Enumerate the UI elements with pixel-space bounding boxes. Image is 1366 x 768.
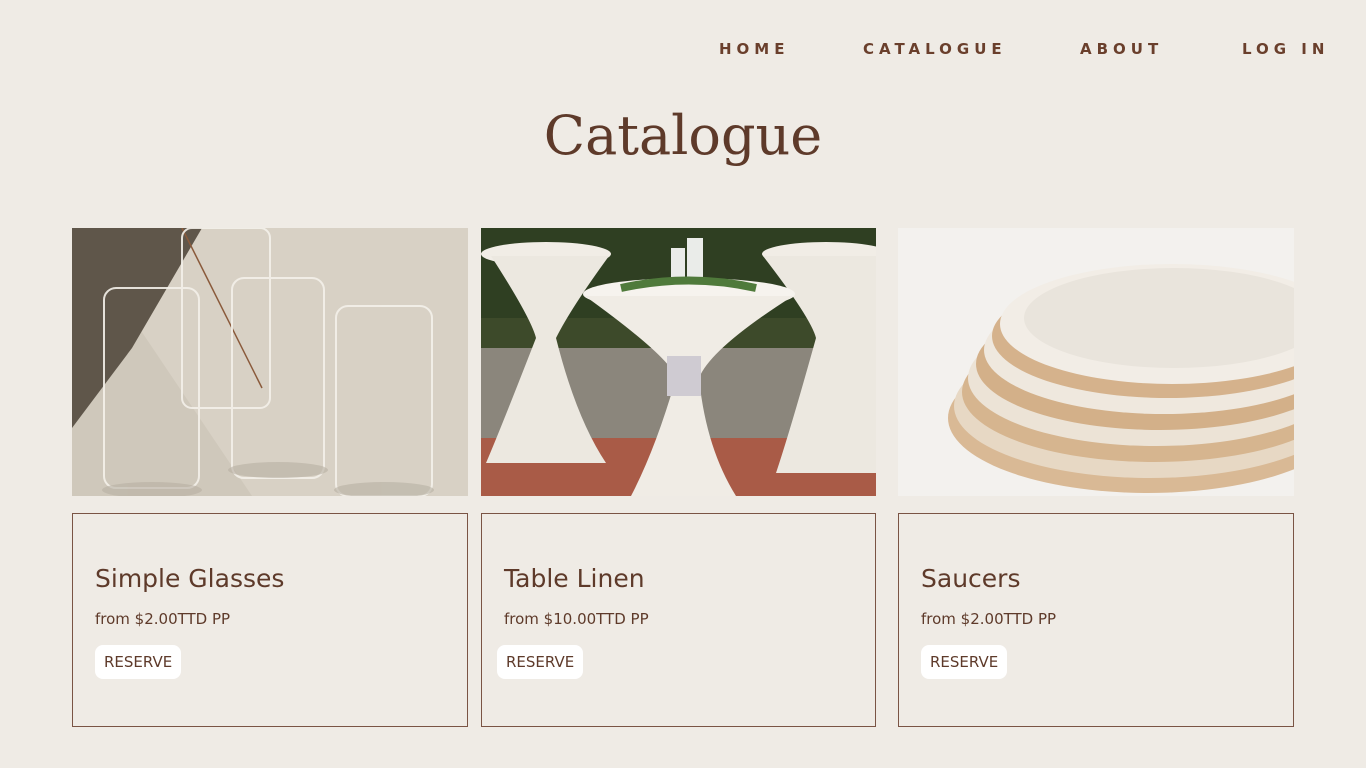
nav-home-link[interactable]: HOME: [719, 40, 789, 58]
top-navigation: HOME CATALOGUE ABOUT LOG IN: [0, 40, 1366, 62]
product-price: from $2.00TTD PP: [95, 610, 231, 628]
nav-catalogue-link[interactable]: CATALOGUE: [863, 40, 1007, 58]
reserve-button[interactable]: RESERVE: [921, 645, 1008, 679]
nav-login-link[interactable]: LOG IN: [1242, 40, 1329, 58]
product-price: from $10.00TTD PP: [504, 610, 649, 628]
product-card-saucers: Saucers from $2.00TTD PP RESERVE: [898, 513, 1294, 727]
page-title: Catalogue: [543, 104, 823, 167]
table-linen-image: [481, 228, 876, 496]
product-name: Saucers: [921, 564, 1021, 593]
reserve-button[interactable]: RESERVE: [497, 645, 584, 679]
saucers-image: [898, 228, 1294, 496]
product-name: Simple Glasses: [95, 564, 285, 593]
product-price: from $2.00TTD PP: [921, 610, 1057, 628]
nav-about-link[interactable]: ABOUT: [1080, 40, 1163, 58]
product-name: Table Linen: [504, 564, 645, 593]
glasses-image: [72, 228, 468, 496]
reserve-button[interactable]: RESERVE: [95, 645, 182, 679]
product-card-simple-glasses: Simple Glasses from $2.00TTD PP RESERVE: [72, 513, 468, 727]
product-card-table-linen: Table Linen from $10.00TTD PP RESERVE: [481, 513, 876, 727]
